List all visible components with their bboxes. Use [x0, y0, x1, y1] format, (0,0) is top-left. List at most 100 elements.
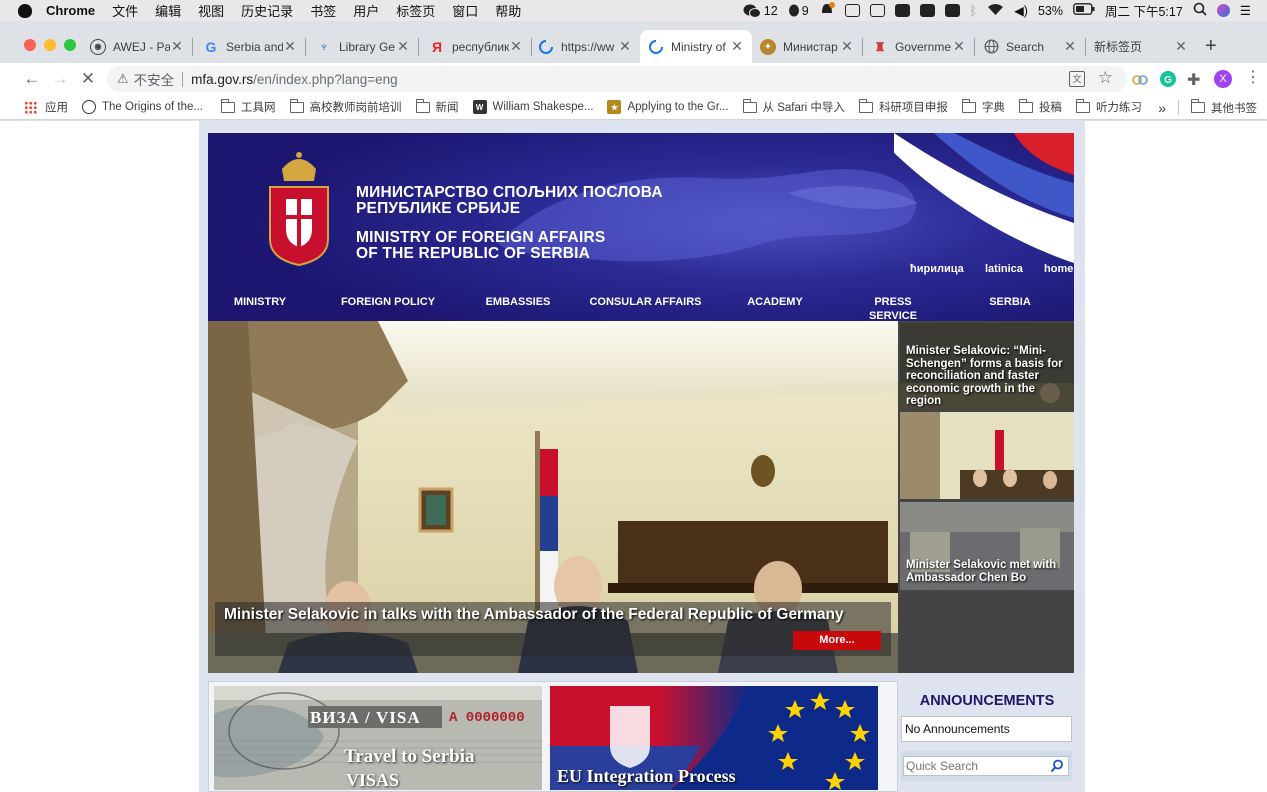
nav-ministry[interactable]: MINISTRY	[220, 295, 300, 309]
menu-people[interactable]: 用户	[353, 1, 379, 20]
menu-app-name[interactable]: Chrome	[46, 3, 95, 18]
news-item-ambassador-chen-bo[interactable]: Minister Selakovic met with Ambassador C…	[900, 502, 1074, 590]
eu-integration-banner[interactable]: EU Integration Process	[550, 686, 878, 790]
quick-search-input[interactable]	[903, 756, 1069, 776]
chrome-menu-icon[interactable]: ⋮	[1245, 70, 1263, 88]
close-tab-icon[interactable]: ✕	[170, 38, 184, 55]
bookmark-folder-other[interactable]: 其他书签	[1191, 99, 1257, 116]
stop-loading-icon[interactable]: ✕	[74, 69, 102, 89]
back-arrow-icon[interactable]: ←	[18, 69, 46, 89]
bookmark-star-icon[interactable]: ☆	[1098, 68, 1113, 88]
lang-link-cyrillic[interactable]: ћирилица	[910, 263, 964, 275]
tab-ministry-cyrillic[interactable]: ✦ Министар ✕	[752, 30, 863, 63]
bookmark-folder-research[interactable]: 科研项目申报	[858, 98, 948, 115]
apple-icon[interactable]	[18, 3, 32, 18]
bookmark-folder-training[interactable]: 高校教师岗前培训	[289, 98, 402, 115]
grammarly-icon[interactable]: G	[1159, 70, 1177, 88]
bluetooth-icon[interactable]: ᛒ	[970, 4, 978, 18]
extensions-puzzle-icon[interactable]: ✚	[1187, 70, 1205, 89]
news-item-mini-schengen[interactable]: Minister Selakovic: “Mini-Schengen” form…	[900, 323, 1074, 409]
close-tab-icon[interactable]: ✕	[396, 38, 410, 55]
volume-icon[interactable]: ◀)	[1014, 3, 1028, 18]
bookmark-origins[interactable]: The Origins of the...	[82, 100, 203, 114]
tab-library[interactable]: ♆ Library Ge ✕	[308, 30, 419, 63]
tab-title: Министар	[783, 39, 838, 54]
close-tab-icon[interactable]: ✕	[952, 38, 966, 55]
word-icon[interactable]	[894, 4, 910, 17]
dictionary-icon[interactable]	[869, 4, 885, 17]
bookmark-folder-news[interactable]: 新闻	[415, 98, 459, 115]
tab-google-search[interactable]: G Serbia and ✕	[195, 30, 306, 63]
tab-new-tab[interactable]: 新标签页 ✕	[1086, 30, 1196, 63]
extension-ring-icon[interactable]	[1131, 70, 1149, 88]
tab-search[interactable]: Search ✕	[975, 30, 1086, 63]
bookmark-folder-submissions[interactable]: 投稿	[1018, 98, 1062, 115]
zoom-window-button[interactable]	[64, 39, 76, 51]
address-bar[interactable]: ⚠ 不安全 mfa.gov.rs/en/index.php?lang=eng 文…	[107, 66, 1127, 92]
close-tab-icon[interactable]: ✕	[618, 38, 632, 55]
menu-file[interactable]: 文件	[112, 1, 138, 20]
visa-banner[interactable]: ВИЗА / VISA A 0000000 Travel to Serbia V…	[214, 686, 542, 790]
close-tab-icon[interactable]: ✕	[283, 38, 297, 55]
tab-loading-url[interactable]: https://ww ✕	[530, 30, 640, 63]
nav-serbia[interactable]: SERBIA	[970, 295, 1050, 309]
notification-icon[interactable]	[819, 2, 835, 19]
clock[interactable]: 周二 下午5:17	[1105, 1, 1183, 20]
nav-press-service[interactable]: PRESS SERVICE	[858, 295, 928, 323]
control-center-icon[interactable]: ☰	[1240, 3, 1251, 18]
bookmark-folder-tools[interactable]: 工具网	[221, 98, 276, 115]
hero-caption[interactable]: Minister Selakovic in talks with the Amb…	[224, 606, 844, 624]
tab-ministry-active[interactable]: Ministry of ✕	[640, 30, 752, 63]
tab-government[interactable]: ♜ Governme ✕	[864, 30, 975, 63]
nav-consular-affairs[interactable]: CONSULAR AFFAIRS	[583, 295, 708, 309]
close-window-button[interactable]	[24, 39, 36, 51]
nav-academy[interactable]: ACADEMY	[735, 295, 815, 309]
screenshot-icon[interactable]	[844, 4, 860, 17]
forward-arrow-icon[interactable]: →	[46, 69, 74, 89]
wifi-icon[interactable]	[987, 3, 1004, 19]
bookmarks-overflow-chevron-icon[interactable]: »	[1158, 100, 1166, 116]
bookmark-apps[interactable]: 应用	[24, 99, 68, 115]
menu-history[interactable]: 历史记录	[241, 1, 293, 20]
translate-icon[interactable]: 文	[1069, 71, 1085, 87]
battery-icon[interactable]	[1073, 3, 1095, 18]
home-link[interactable]: home	[1044, 263, 1073, 275]
scrollbar-app-icon[interactable]	[944, 4, 960, 17]
hero-slideshow[interactable]: Minister Selakovic in talks with the Amb…	[208, 321, 898, 673]
new-tab-plus-icon[interactable]: +	[1205, 35, 1217, 58]
bookmark-folder-listening[interactable]: 听力练习	[1075, 98, 1142, 115]
wechat-icon[interactable]: 12	[743, 4, 778, 18]
bookmark-label: 工具网	[241, 102, 276, 114]
grid-icon[interactable]	[919, 4, 935, 17]
close-tab-icon[interactable]: ✕	[1174, 38, 1188, 55]
menu-window[interactable]: 窗口	[452, 1, 478, 20]
close-tab-icon[interactable]: ✕	[730, 38, 744, 55]
nav-foreign-policy[interactable]: FOREIGN POLICY	[333, 295, 443, 309]
close-tab-icon[interactable]: ✕	[840, 38, 854, 55]
menu-tab[interactable]: 标签页	[396, 1, 435, 20]
bookmark-folder-safari[interactable]: 从 Safari 中导入	[742, 98, 845, 115]
siri-icon[interactable]	[1216, 4, 1230, 17]
bookmark-applying[interactable]: ★ Applying to the Gr...	[607, 100, 729, 114]
insecure-label[interactable]: 不安全	[134, 69, 175, 89]
spotlight-search-icon[interactable]	[1193, 2, 1207, 19]
warning-triangle-icon[interactable]: ⚠	[117, 71, 129, 87]
search-icon[interactable]	[1050, 759, 1064, 776]
bookmark-shakespeare[interactable]: W William Shakespe...	[472, 100, 593, 114]
close-tab-icon[interactable]: ✕	[1063, 38, 1077, 55]
lang-link-latinica[interactable]: latinica	[985, 263, 1023, 275]
more-button[interactable]: More...	[793, 631, 881, 650]
minimize-window-button[interactable]	[44, 39, 56, 51]
close-tab-icon[interactable]: ✕	[509, 38, 523, 55]
menu-bookmarks[interactable]: 书签	[310, 1, 336, 20]
menu-edit[interactable]: 编辑	[155, 1, 181, 20]
profile-avatar[interactable]: X	[1214, 70, 1232, 88]
tab-awej[interactable]: ◉ AWEJ - Pa ✕	[82, 30, 193, 63]
menu-view[interactable]: 视图	[198, 1, 224, 20]
menu-help[interactable]: 帮助	[495, 1, 521, 20]
bookmark-folder-dictionary[interactable]: 字典	[961, 98, 1005, 115]
news-item-meeting-photo[interactable]	[900, 412, 1074, 499]
nav-embassies[interactable]: EMBASSIES	[478, 295, 558, 309]
tab-yandex[interactable]: Я республика ✕	[421, 30, 532, 63]
qq-icon[interactable]: 9	[788, 4, 809, 18]
